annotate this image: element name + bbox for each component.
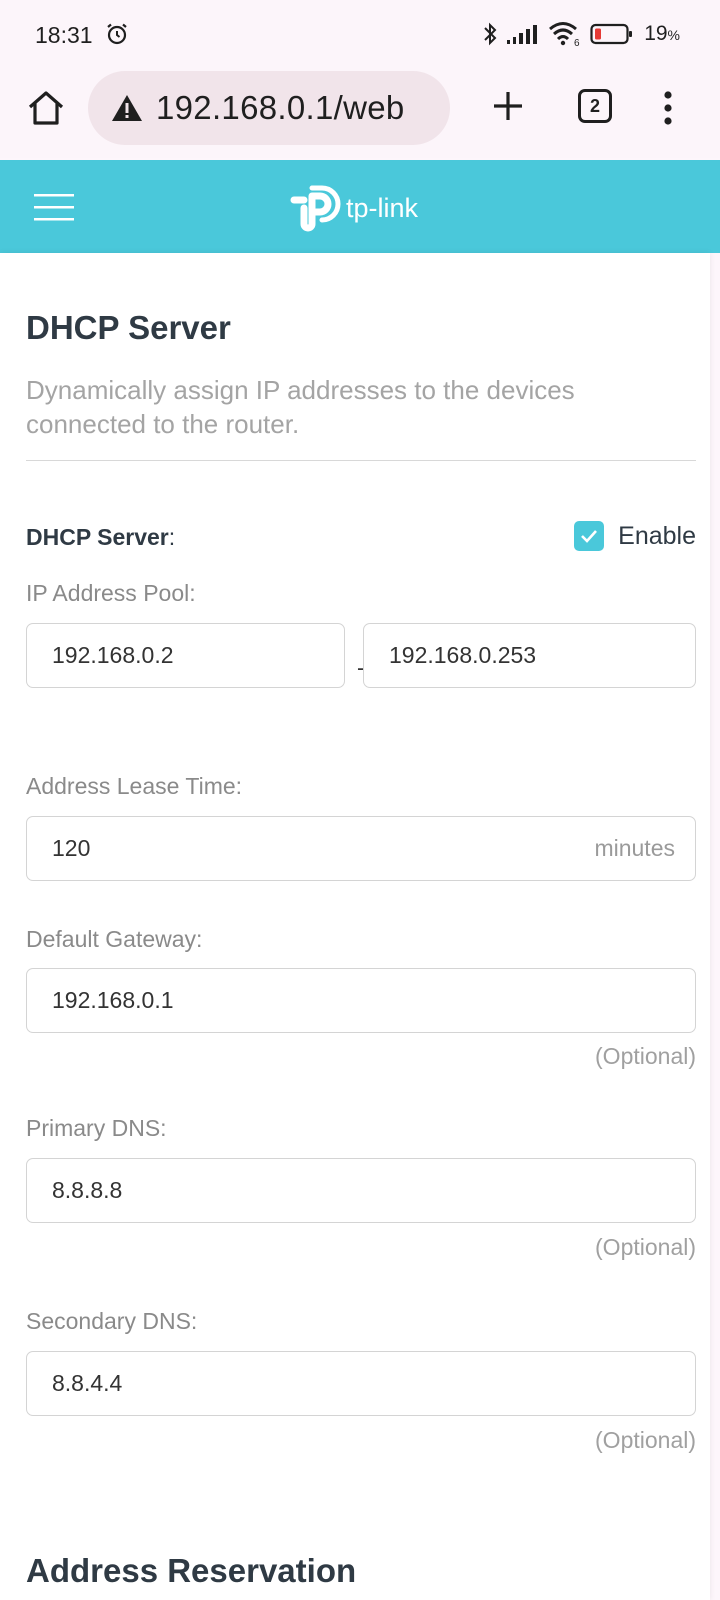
page-title: DHCP Server xyxy=(26,309,231,346)
plus-icon[interactable] xyxy=(488,86,528,126)
lease-time-value: 120 xyxy=(52,835,91,861)
primary-dns-input[interactable]: 8.8.8.8 xyxy=(26,1158,696,1223)
more-vert-icon[interactable] xyxy=(660,90,676,126)
pool-start-input[interactable]: 192.168.0.2 xyxy=(26,623,345,688)
browser-toolbar: 192.168.0.1/web 2 xyxy=(0,66,720,158)
svg-text:6: 6 xyxy=(574,38,580,47)
lease-time-unit: minutes xyxy=(594,835,675,861)
default-gateway-input[interactable]: 192.168.0.1 xyxy=(26,968,696,1033)
lease-time-input[interactable]: 120 minutes xyxy=(26,816,696,881)
secondary-dns-label: Secondary DNS: xyxy=(26,1308,198,1334)
primary-dns-value: 8.8.8.8 xyxy=(52,1177,123,1203)
enable-label: Enable xyxy=(618,521,696,550)
signal-icon xyxy=(507,25,538,44)
dhcp-server-label: DHCP Server: xyxy=(26,524,176,550)
primary-dns-optional-hint: (Optional) xyxy=(595,1234,696,1260)
page-description: Dynamically assign IP addresses to the d… xyxy=(26,375,575,439)
battery-level: 19% xyxy=(644,22,680,45)
site-header: tp-link xyxy=(0,160,720,253)
url-text[interactable]: 192.168.0.1/web xyxy=(156,89,405,127)
secondary-dns-value: 8.8.4.4 xyxy=(52,1370,123,1396)
bluetooth-icon xyxy=(484,22,497,46)
enable-checkbox[interactable] xyxy=(574,521,605,551)
tab-count: 2 xyxy=(589,95,600,116)
pool-end-value: 192.168.0.253 xyxy=(389,642,537,668)
gateway-optional-hint: (Optional) xyxy=(595,1043,696,1069)
main-content: DHCP Server Dynamically assign IP addres… xyxy=(0,253,710,1600)
wifi-icon: 6 xyxy=(549,22,580,47)
tp-link-logo: tp-link xyxy=(288,178,418,234)
hamburger-menu-icon[interactable] xyxy=(34,192,74,222)
tab-switcher-button[interactable]: 2 xyxy=(578,89,612,123)
enable-toggle[interactable]: Enable xyxy=(574,521,696,551)
logo-mark-icon xyxy=(290,185,341,232)
alarm-icon xyxy=(107,23,127,45)
ip-pool-label: IP Address Pool: xyxy=(26,580,196,606)
home-icon[interactable] xyxy=(26,88,66,128)
brand-text: tp-link xyxy=(346,192,419,223)
warning-icon[interactable] xyxy=(110,93,144,123)
status-bar: 18:31 6 19% xyxy=(0,0,720,66)
pool-end-input[interactable]: 192.168.0.253 xyxy=(363,623,696,688)
secondary-dns-input[interactable]: 8.8.4.4 xyxy=(26,1351,696,1416)
address-bar[interactable]: 192.168.0.1/web xyxy=(88,71,450,145)
pool-start-value: 192.168.0.2 xyxy=(52,642,174,668)
secondary-dns-optional-hint: (Optional) xyxy=(595,1427,696,1453)
status-icons: 6 19% xyxy=(482,20,680,48)
address-reservation-title: Address Reservation xyxy=(26,1552,357,1589)
status-time: 18:31 xyxy=(35,22,93,48)
default-gateway-label: Default Gateway: xyxy=(26,926,203,952)
lease-time-label: Address Lease Time: xyxy=(26,773,243,799)
checkmark-icon xyxy=(581,530,598,543)
battery-icon xyxy=(590,23,633,45)
primary-dns-label: Primary DNS: xyxy=(26,1115,167,1141)
default-gateway-value: 192.168.0.1 xyxy=(52,987,174,1013)
divider xyxy=(26,460,696,461)
